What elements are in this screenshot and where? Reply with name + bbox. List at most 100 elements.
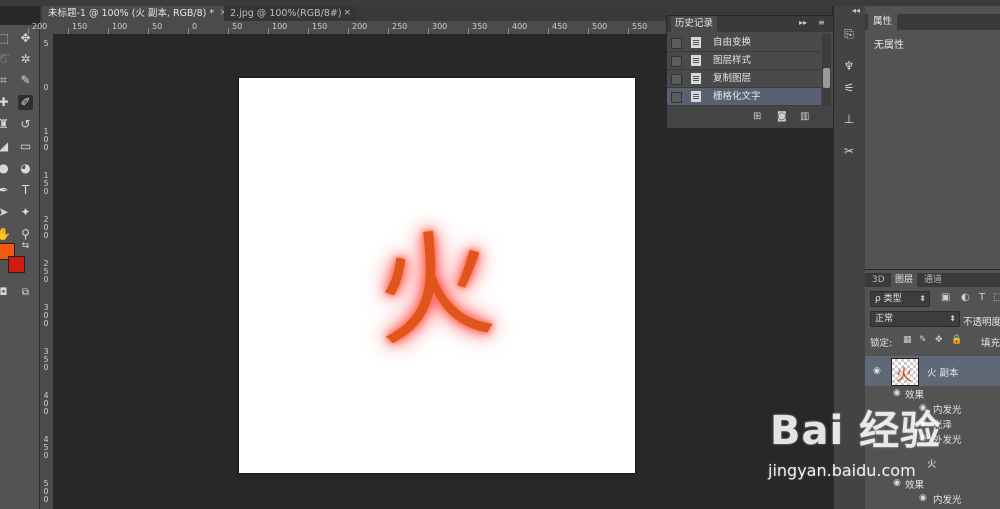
history-scrollbar[interactable] (822, 34, 831, 106)
history-panel-title[interactable]: 历史记录 (671, 16, 718, 32)
layer-thumbnail: 火 (891, 358, 919, 386)
gradient-tool-icon[interactable]: ▭ (18, 139, 33, 154)
marquee-tool-icon[interactable]: ⬚ (0, 31, 11, 46)
history-checkbox[interactable] (671, 92, 682, 103)
panel-collapse-icon[interactable]: ◂◂ (852, 6, 860, 15)
magic-wand-icon[interactable]: ✲ (18, 52, 33, 67)
lasso-tool-icon[interactable]: ➰ (0, 52, 11, 67)
ruler-tick (548, 28, 549, 34)
layer-name[interactable]: 火 副本 (927, 365, 959, 379)
tool-presets-icon[interactable]: ✂ (841, 143, 857, 159)
history-item-label: 复制图层 (713, 73, 752, 84)
eraser-tool-icon[interactable]: ◢ (0, 139, 11, 154)
vertical-ruler: 5 0 100 150 200 250 300 350 400 450 500 (40, 34, 54, 509)
history-checkbox[interactable] (671, 38, 682, 49)
trash-icon[interactable]: ▥ (800, 111, 809, 122)
layer-filter-dropdown[interactable]: ρ 类型 ⬍ (870, 291, 930, 307)
pixel-filter-icon[interactable]: ▣ (941, 292, 952, 303)
history-item[interactable]: 复制图层 (667, 70, 821, 88)
swap-colors-icon[interactable]: ⇆ (18, 239, 33, 254)
lock-position-icon[interactable]: ✥ (935, 335, 943, 345)
ruler-label: 350 (472, 22, 488, 31)
hand-tool-icon[interactable]: ✋ (0, 227, 11, 242)
panel-menu-icon[interactable]: ≡ (818, 18, 825, 27)
blur-tool-icon[interactable]: ● (0, 161, 11, 176)
shape-filter-icon[interactable]: ⬚ (993, 292, 1000, 303)
ruler-tick (308, 28, 309, 34)
watermark-url: jingyan.baidu.com (768, 461, 916, 480)
dodge-tool-icon[interactable]: ◕ (18, 161, 33, 176)
ruler-tick (228, 28, 229, 34)
history-checkbox[interactable] (671, 74, 682, 85)
tab-3d[interactable]: 3D (868, 273, 889, 287)
brush-panel-icon[interactable]: ⚟ (841, 80, 857, 96)
eye-icon[interactable]: ◉ (873, 366, 881, 376)
ruler-label: 50 (152, 22, 163, 31)
tab-document-1[interactable]: 未标题-1 @ 100% (火 副本, RGB/8) * × (42, 6, 232, 21)
history-state-icon (691, 73, 701, 84)
lock-all-icon[interactable]: 🔒 (951, 335, 962, 345)
panel-collapse-icon[interactable]: ▸▸ (799, 18, 807, 27)
eyedropper-icon[interactable]: ✎ (18, 73, 33, 88)
crop-tool-icon[interactable]: ⌗ (0, 73, 11, 88)
ruler-tick (588, 28, 589, 34)
type-filter-icon[interactable]: T (979, 292, 990, 303)
stamp-tool-icon[interactable]: ♜ (0, 117, 11, 132)
tab-properties[interactable]: 属性 (868, 14, 898, 30)
history-state-icon (691, 55, 701, 66)
ruler-tick (348, 28, 349, 34)
tab-document-2[interactable]: 2.jpg @ 100%(RGB/8#) × (224, 6, 356, 21)
eye-icon[interactable]: ◉ (893, 388, 901, 398)
opacity-label: 不透明度 (963, 317, 1000, 328)
brush-tool-icon[interactable]: ✐ (18, 95, 33, 110)
ruler-tick (508, 28, 509, 34)
tab-layers[interactable]: 图层 (891, 273, 918, 287)
chevron-down-icon: ⬍ (949, 314, 956, 323)
history-brush-icon[interactable]: ↺ (18, 117, 33, 132)
tab-channels[interactable]: 通道 (920, 273, 946, 287)
history-item[interactable]: 图层样式 (667, 52, 821, 70)
ruler-label: 550 (632, 22, 648, 31)
shape-tool-icon[interactable]: ✦ (18, 205, 33, 220)
ruler-label: 200 (352, 22, 368, 31)
background-color-swatch[interactable] (8, 256, 25, 273)
ruler-label: 500 (592, 22, 608, 31)
ruler-label: 450 (552, 22, 568, 31)
pen-tool-icon[interactable]: ✒ (0, 183, 11, 198)
history-state-icon (691, 37, 701, 48)
ruler-label: 500 (43, 479, 49, 504)
history-item-label: 栅格化文字 (713, 91, 761, 102)
quick-mask-icon[interactable]: ◘ (0, 285, 11, 300)
scrollbar-thumb[interactable] (823, 68, 830, 88)
type-tool-icon[interactable]: T (18, 183, 33, 198)
ruler-tick (108, 28, 109, 34)
close-icon[interactable]: × (343, 6, 351, 21)
thumbnail-glyph: 火 (896, 365, 913, 384)
lock-pixels-icon[interactable]: ✎ (919, 335, 927, 345)
history-checkbox[interactable] (671, 56, 682, 67)
fire-glyph-layer[interactable]: 火 (362, 212, 506, 365)
screen-mode-icon[interactable]: ⧉ (18, 285, 33, 300)
ruler-label: 200 (43, 215, 49, 240)
adjustment-filter-icon[interactable]: ◐ (961, 292, 972, 303)
path-select-icon[interactable]: ➤ (0, 205, 11, 220)
clone-source-icon[interactable]: ⊥ (841, 111, 857, 127)
blend-mode-dropdown[interactable]: 正常 ⬍ (870, 311, 960, 327)
ruler-label: 150 (72, 22, 88, 31)
history-panel-icon[interactable]: ⎘ (841, 26, 857, 42)
ruler-tick (268, 28, 269, 34)
ruler-tick (628, 28, 629, 34)
new-document-from-state-icon[interactable]: ⊞ (753, 111, 761, 122)
move-tool-icon[interactable]: ✥ (18, 31, 33, 46)
history-item[interactable]: 自由变换 (667, 34, 821, 52)
history-item-selected[interactable]: 栅格化文字 (667, 88, 821, 106)
tool-panel: ⬚ ✥ ➰ ✲ ⌗ ✎ ✚ ✐ ♜ ↺ ◢ ▭ ● ◕ ✒ T ➤ ✦ ✋ ⚲ … (0, 25, 40, 509)
ruler-label: 450 (43, 435, 49, 460)
snapshot-camera-icon[interactable]: ◙ (777, 111, 787, 122)
lock-transparency-icon[interactable]: ▦ (903, 335, 912, 345)
document-canvas[interactable]: 火 (239, 78, 635, 473)
brush-preset-icon[interactable]: ♆ (841, 58, 857, 74)
ruler-label: 0 (192, 22, 198, 31)
healing-brush-icon[interactable]: ✚ (0, 95, 11, 110)
properties-empty-text: 无属性 (874, 40, 904, 51)
